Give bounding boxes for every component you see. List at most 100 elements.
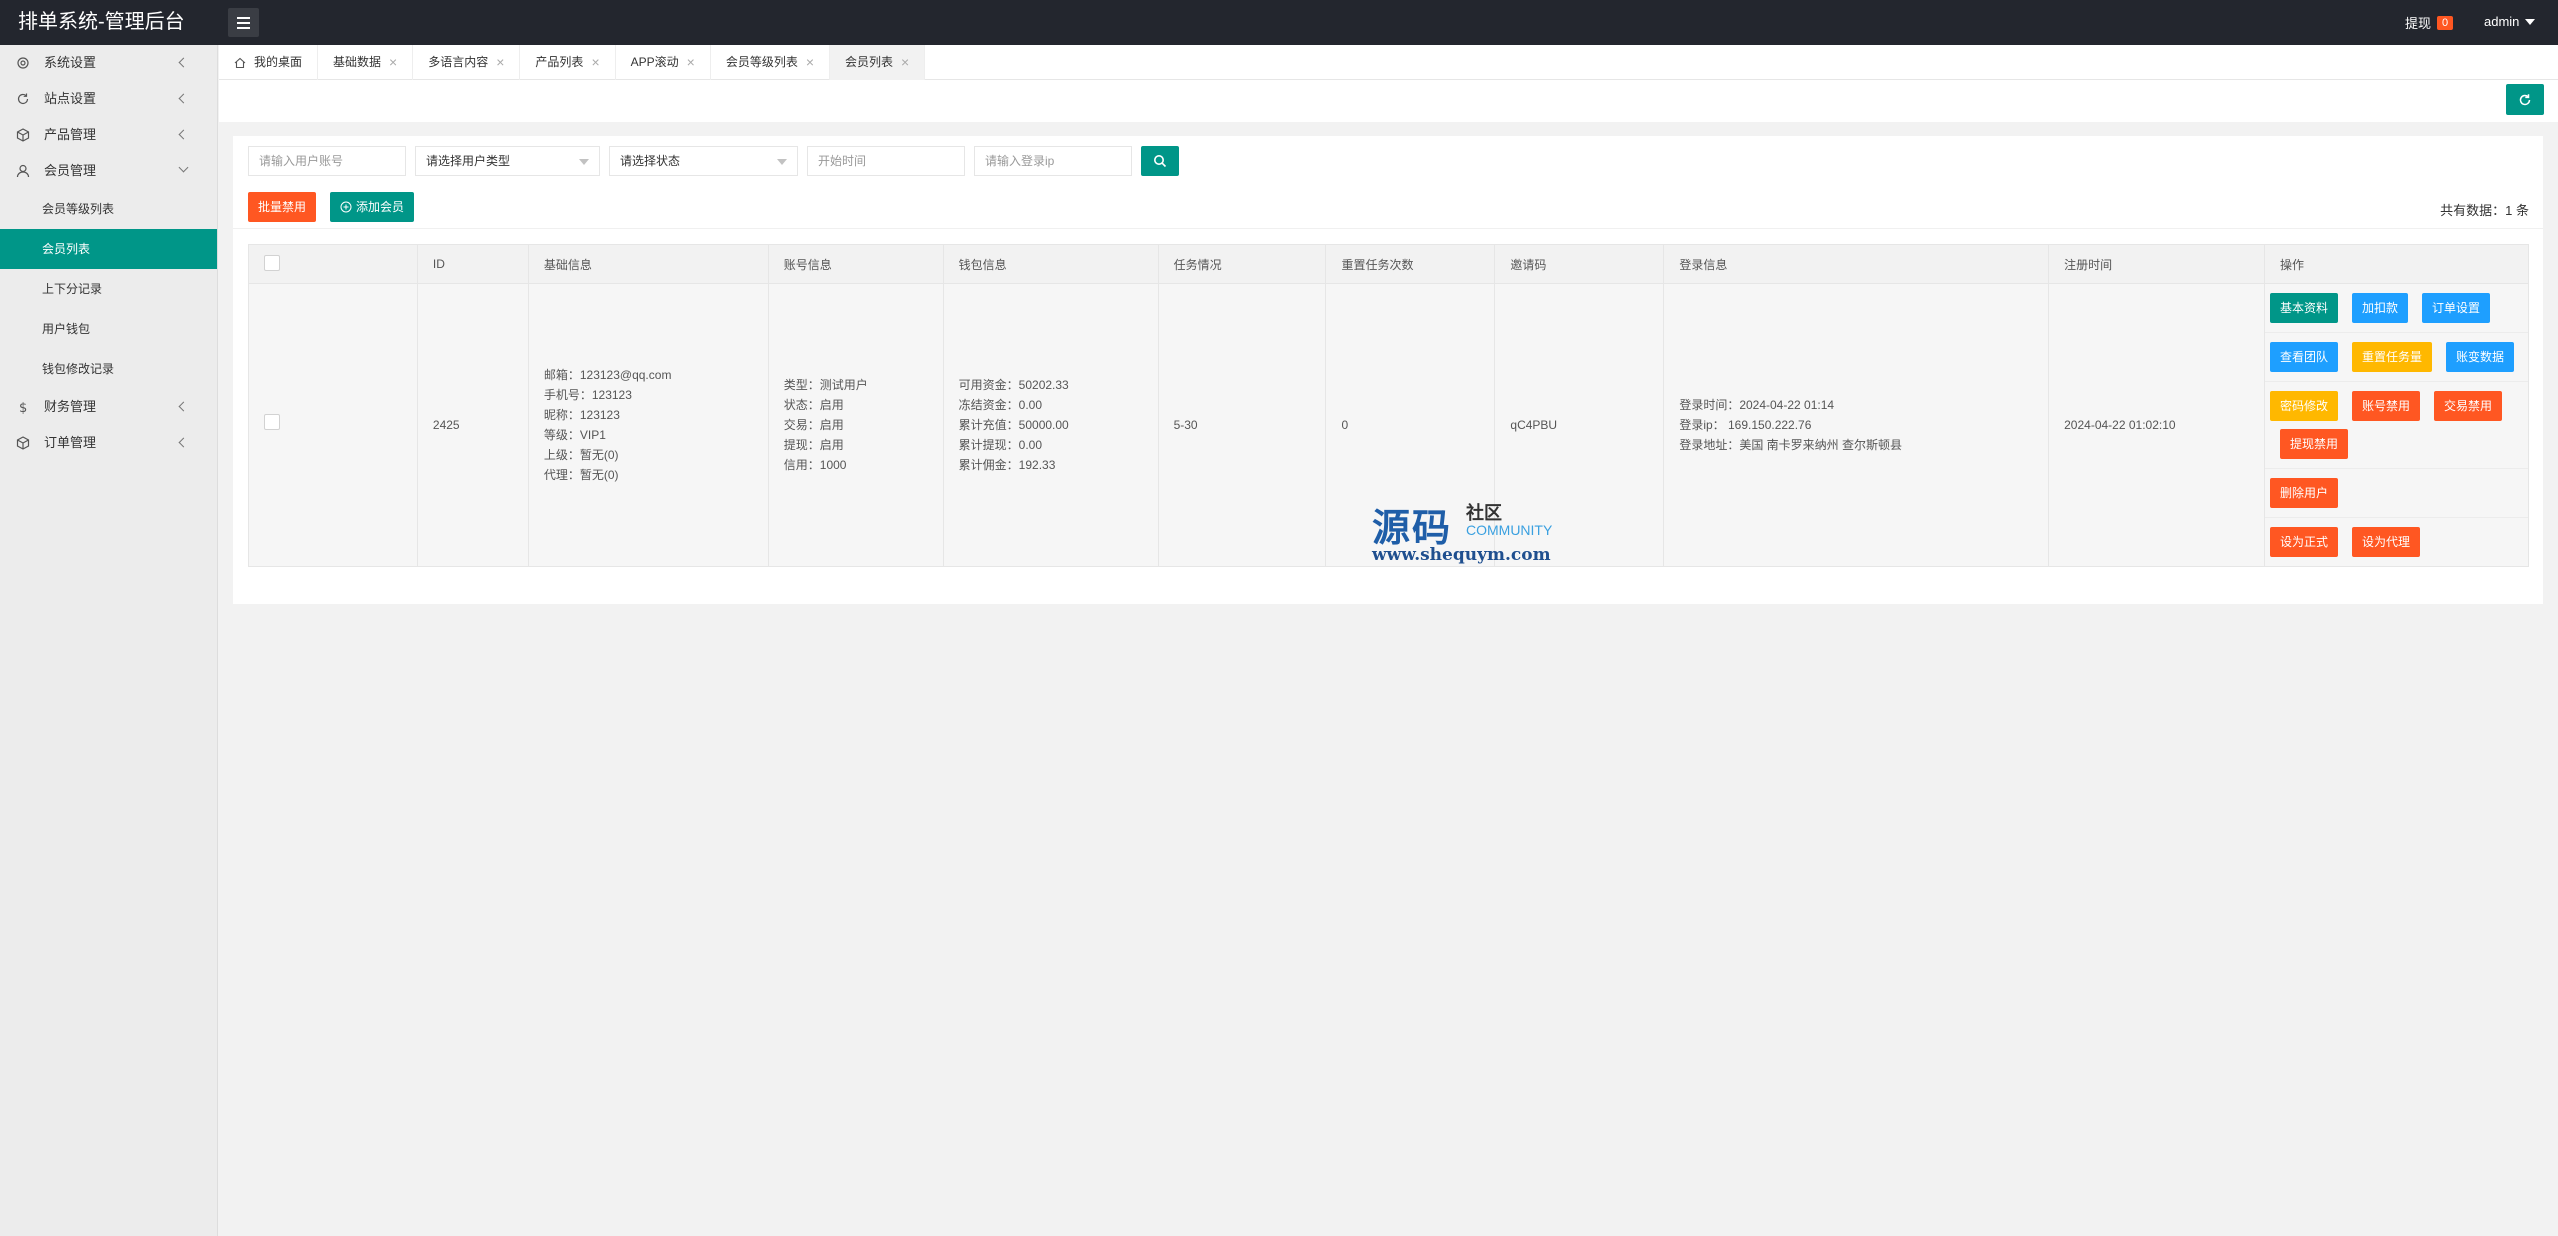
chevron-left-icon <box>178 401 189 412</box>
wallet-total-withdraw: 累计提现：0.00 <box>958 438 1043 452</box>
password-change-button[interactable]: 密码修改 <box>2270 391 2339 421</box>
sidebar-item-order-management[interactable]: 订单管理 <box>0 425 217 461</box>
basic-parent: 上级：暂无(0) <box>543 448 619 462</box>
sidebar-subitem-member-levels[interactable]: 会员等级列表 <box>0 189 217 229</box>
menu-toggle-icon[interactable] <box>228 8 259 37</box>
tab-label: 会员列表 <box>845 55 894 69</box>
header-checkbox-cell <box>248 244 418 284</box>
delete-user-button[interactable]: 删除用户 <box>2270 478 2339 508</box>
chevron-left-icon <box>178 93 189 104</box>
user-name: admin <box>2484 14 2520 29</box>
close-icon[interactable]: × <box>389 45 397 80</box>
basic-email: 邮箱：123123@qq.com <box>543 368 672 382</box>
select-all-checkbox[interactable] <box>264 254 280 271</box>
refresh-icon <box>17 93 29 105</box>
chevron-left-icon <box>178 57 189 68</box>
invite-code-cell: qC4PBU <box>1494 283 1665 567</box>
chevron-down-icon <box>178 162 189 173</box>
sidebar-subitem-user-wallet[interactable]: 用户钱包 <box>0 309 217 349</box>
add-deduct-button[interactable]: 加扣款 <box>2352 293 2409 323</box>
account-data-button[interactable]: 账变数据 <box>2446 342 2515 372</box>
withdraw-notice[interactable]: 提现 0 <box>2405 13 2454 32</box>
table-header: ID <box>416 244 529 284</box>
register-time-cell: 2024-04-22 01:02:10 <box>2048 283 2266 567</box>
caret-down-icon <box>2525 18 2536 25</box>
status-select[interactable]: 请选择状态 <box>609 146 798 176</box>
withdraw-disable-button[interactable]: 提现禁用 <box>2280 429 2349 459</box>
account-status: 状态：启用 <box>783 398 844 412</box>
sidebar-subitem-member-list[interactable]: 会员列表 <box>0 229 217 269</box>
checkbox-cell <box>248 283 418 567</box>
tab-app-scroll[interactable]: APP滚动 × <box>616 45 711 80</box>
basic-phone: 手机号：123123 <box>543 388 632 402</box>
action-bar: 批量禁用 添加会员 <box>248 192 415 222</box>
close-icon[interactable]: × <box>901 45 909 80</box>
account-input[interactable]: 请输入用户账号 <box>248 146 406 176</box>
close-icon[interactable]: × <box>591 45 599 80</box>
trade-disable-button[interactable]: 交易禁用 <box>2434 391 2503 421</box>
add-member-label: 添加会员 <box>356 200 405 214</box>
search-button[interactable] <box>1141 146 1179 176</box>
sidebar-item-label: 系统设置 <box>44 55 97 70</box>
wallet-total-commission: 累计佣金：192.33 <box>958 458 1056 472</box>
account-type: 类型：测试用户 <box>783 378 868 392</box>
box-icon <box>16 436 30 450</box>
login-ip: 登录ip： 169.150.222.76 <box>1679 418 1812 432</box>
row-checkbox[interactable] <box>264 414 280 430</box>
search-icon <box>1154 155 1167 168</box>
account-trade: 交易：启用 <box>783 418 844 432</box>
account-info-cell: 类型：测试用户 状态：启用 交易：启用 提现：启用 信用：1000 <box>767 283 944 567</box>
order-settings-button[interactable]: 订单设置 <box>2422 293 2491 323</box>
tab-label: 会员等级列表 <box>725 55 798 69</box>
sidebar-item-label: 站点设置 <box>44 91 97 106</box>
set-agent-button[interactable]: 设为代理 <box>2352 527 2421 557</box>
close-icon[interactable]: × <box>496 45 504 80</box>
batch-disable-button[interactable]: 批量禁用 <box>248 192 317 222</box>
sidebar-subitem-balance-records[interactable]: 上下分记录 <box>0 269 217 309</box>
sidebar-item-finance-management[interactable]: $ 财务管理 <box>0 389 217 425</box>
table-header: 钱包信息 <box>942 244 1159 284</box>
id-cell: 2425 <box>416 283 529 567</box>
basic-info-button[interactable]: 基本资料 <box>2270 293 2339 323</box>
user-menu[interactable]: admin <box>2484 14 2536 29</box>
sidebar-item-product-management[interactable]: 产品管理 <box>0 117 217 153</box>
tab-my-desktop[interactable]: 我的桌面 <box>219 45 319 80</box>
top-header: 排单系统-管理后台 提现 0 admin <box>0 0 2558 45</box>
basic-level: 等级：VIP1 <box>543 428 606 442</box>
table-header: 操作 <box>2264 244 2529 284</box>
svg-text:$: $ <box>19 401 27 414</box>
total-count: 共有数据：1 条 <box>2440 203 2529 218</box>
reset-task-button[interactable]: 重置任务量 <box>2352 342 2433 372</box>
close-icon[interactable]: × <box>687 45 695 80</box>
sidebar: 系统设置 站点设置 产品管理 会员管理 会员等级列表 会员列表 上下分记录 用户… <box>0 45 218 1236</box>
wallet-available: 可用资金：50202.33 <box>958 378 1069 392</box>
filter-bar: 请输入用户账号 请选择用户类型 请选择状态 开始时间 请输入登录ip <box>248 146 1179 176</box>
view-team-button[interactable]: 查看团队 <box>2270 342 2339 372</box>
refresh-button[interactable] <box>2506 84 2544 115</box>
tab-member-list[interactable]: 会员列表 × <box>830 45 926 80</box>
plus-circle-icon <box>340 201 352 213</box>
wallet-total-recharge: 累计充值：50000.00 <box>958 418 1069 432</box>
start-time-input[interactable]: 开始时间 <box>807 146 965 176</box>
login-ip-input[interactable]: 请输入登录ip <box>974 146 1132 176</box>
table-header: 任务情况 <box>1157 244 1327 284</box>
tab-member-levels[interactable]: 会员等级列表 × <box>711 45 831 80</box>
close-icon[interactable]: × <box>806 45 814 80</box>
basic-agent: 代理：暂无(0) <box>543 468 619 482</box>
sidebar-item-site-settings[interactable]: 站点设置 <box>0 81 217 117</box>
user-type-select[interactable]: 请选择用户类型 <box>415 146 600 176</box>
chevron-left-icon <box>178 129 189 140</box>
table-header: 重置任务次数 <box>1325 244 1496 284</box>
sidebar-item-system-settings[interactable]: 系统设置 <box>0 45 217 81</box>
tab-product-list[interactable]: 产品列表 × <box>520 45 616 80</box>
sidebar-subitem-wallet-change-log[interactable]: 钱包修改记录 <box>0 349 217 389</box>
set-formal-button[interactable]: 设为正式 <box>2270 527 2339 557</box>
sidebar-item-label: 财务管理 <box>44 399 97 414</box>
ops-row: 基本资料 加扣款 订单设置 <box>2265 284 2528 333</box>
account-disable-button[interactable]: 账号禁用 <box>2352 391 2421 421</box>
add-member-button[interactable]: 添加会员 <box>330 192 415 222</box>
tab-basic-data[interactable]: 基础数据 × <box>318 45 414 80</box>
tab-multilang[interactable]: 多语言内容 × <box>413 45 521 80</box>
tab-label: 多语言内容 <box>428 55 489 69</box>
sidebar-item-member-management[interactable]: 会员管理 <box>0 153 217 189</box>
